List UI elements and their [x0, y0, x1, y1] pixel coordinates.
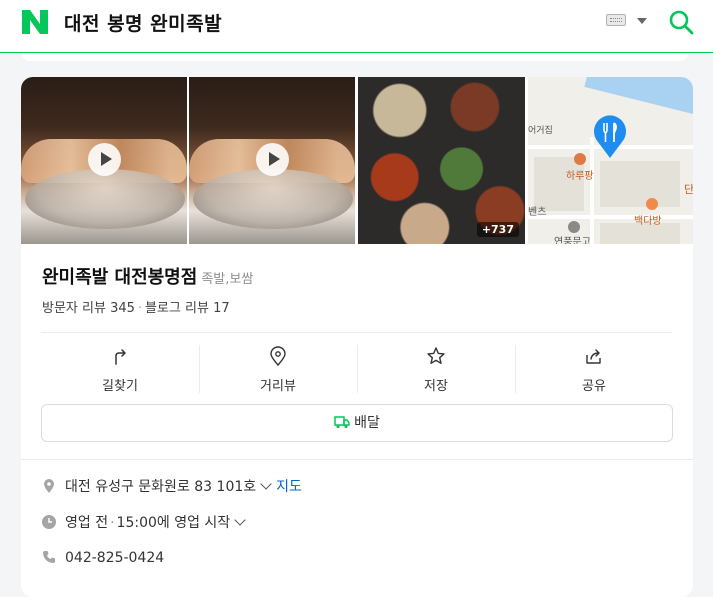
video-thumbnail[interactable] [21, 77, 187, 244]
review-summary: 방문자 리뷰 345 · 블로그 리뷰 17 [42, 297, 230, 316]
business-hours[interactable]: 15:00에 영업 시작 [117, 515, 231, 531]
phone-number[interactable]: 042-825-0424 [65, 550, 164, 566]
place-name[interactable]: 완미족발 대전봉명점 [42, 267, 197, 288]
photo-thumbnail[interactable]: +737 [358, 77, 525, 244]
separator: · [137, 301, 143, 316]
delivery-label: 배달 [354, 415, 380, 431]
map-label: 연풍문고 [554, 237, 591, 244]
save-button[interactable]: 저장 [357, 345, 515, 394]
map-road [528, 215, 693, 219]
divider [41, 332, 672, 333]
directions-button[interactable]: 길찾기 [41, 345, 199, 394]
place-card: +737 어거집 하루팡 단 벤츠 백다방 연풍문고 완미족발 대전봉명점 족발… [21, 77, 693, 597]
map-block [600, 161, 680, 207]
blog-review-link[interactable]: 블로그 리뷰 17 [145, 301, 230, 316]
directions-icon [115, 349, 126, 365]
place-title-row: 완미족발 대전봉명점 족발,보쌈 [42, 263, 253, 289]
map-label: 벤츠 [528, 207, 547, 218]
chevron-down-icon[interactable] [260, 478, 272, 490]
phone-row: 042-825-0424 [41, 549, 164, 566]
star-icon [427, 347, 445, 364]
store-poi-icon [568, 221, 580, 233]
phone-icon [43, 551, 55, 563]
directions-label: 길찾기 [102, 379, 138, 394]
share-label: 공유 [582, 379, 606, 394]
share-button[interactable]: 공유 [515, 345, 673, 394]
chevron-down-icon[interactable] [234, 514, 246, 526]
map-label: 단 [684, 183, 693, 196]
map-label: 하루팡 [566, 171, 594, 182]
naver-logo-icon[interactable] [22, 10, 48, 34]
delivery-button[interactable]: 배달 [41, 404, 673, 442]
map-link[interactable]: 지도 [276, 479, 302, 495]
location-pin-icon [44, 479, 54, 493]
search-icon[interactable] [668, 9, 694, 35]
separator: · [110, 515, 115, 531]
visitor-review-link[interactable]: 방문자 리뷰 345 [42, 301, 135, 316]
save-label: 저장 [424, 379, 448, 394]
play-icon[interactable] [256, 143, 289, 176]
map-label: 백다방 [634, 216, 662, 227]
address-row: 대전 유성구 문화원로 83 101호 지도 [41, 476, 302, 496]
hours-row: 영업 전 · 15:00에 영업 시작 [41, 512, 246, 532]
business-status: 영업 전 [65, 515, 109, 531]
streetview-pin-icon [270, 346, 286, 367]
map-thumbnail[interactable]: 어거집 하루팡 단 벤츠 백다방 연풍문고 [528, 77, 693, 244]
clock-icon [42, 515, 56, 529]
streetview-label: 거리뷰 [260, 379, 296, 394]
more-photos-badge[interactable]: +737 [476, 222, 519, 237]
plate-image [193, 169, 353, 229]
photo-strip: +737 어거집 하루팡 단 벤츠 백다방 연풍문고 [21, 77, 693, 244]
share-icon [586, 349, 601, 364]
keyboard-icon[interactable] [606, 14, 626, 26]
plate-image [25, 169, 185, 229]
map-label: 어거집 [528, 126, 553, 136]
streetview-button[interactable]: 거리뷰 [199, 345, 357, 394]
food-poi-icon [574, 153, 586, 165]
video-thumbnail[interactable] [189, 77, 355, 244]
caret-down-icon[interactable] [637, 18, 647, 24]
play-icon[interactable] [88, 143, 121, 176]
place-category: 족발,보쌈 [201, 272, 254, 287]
divider [21, 459, 693, 460]
delivery-truck-icon [334, 416, 350, 429]
top-bar: 대전 봉명 완미족발 [0, 0, 713, 53]
search-query[interactable]: 대전 봉명 완미족발 [64, 9, 222, 36]
address-text[interactable]: 대전 유성구 문화원로 83 101호 [65, 479, 256, 495]
restaurant-pin-icon[interactable] [592, 114, 628, 158]
cafe-poi-icon [646, 198, 658, 210]
previous-card-edge [22, 53, 688, 61]
action-bar: 길찾기 거리뷰 저장 공유 [41, 345, 673, 394]
